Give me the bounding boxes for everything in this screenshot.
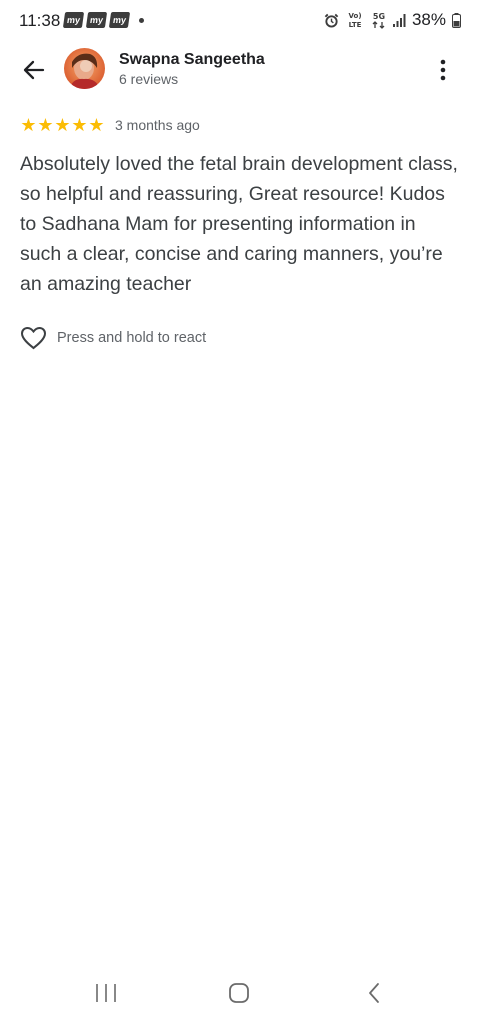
heart-icon <box>20 326 47 350</box>
star-icon: ★ <box>37 115 54 135</box>
svg-text:5G: 5G <box>373 12 385 21</box>
volte-icon: Vo) LTE <box>348 12 362 29</box>
review-header: Swapna Sangeetha 6 reviews <box>0 44 478 94</box>
svg-text:LTE: LTE <box>349 21 362 29</box>
status-icons: Vo) LTE 5G 38% <box>324 10 461 30</box>
star-rating: ★ ★ ★ ★ ★ <box>20 116 105 134</box>
battery-percentage: 38% <box>411 10 446 29</box>
avatar[interactable] <box>64 48 105 89</box>
home-icon[interactable] <box>227 980 251 1006</box>
recent-apps-icon[interactable] <box>94 980 118 1006</box>
review-text: Absolutely loved the fetal brain develop… <box>20 153 458 295</box>
svg-text:Vo): Vo) <box>348 12 361 20</box>
more-notifications-dot-icon <box>139 17 144 23</box>
alarm-icon <box>324 13 339 28</box>
app-notification-icon: my <box>108 12 131 28</box>
review-time: 3 months ago <box>115 117 200 133</box>
more-options-icon[interactable] <box>432 56 454 84</box>
nav-back-icon[interactable] <box>363 980 387 1006</box>
react-button[interactable]: Press and hold to react <box>20 326 206 350</box>
avatar-photo <box>64 48 105 89</box>
react-label: Press and hold to react <box>57 330 207 346</box>
5g-icon: 5G <box>372 12 385 29</box>
app-notification-icon: my <box>62 12 85 28</box>
status-time: 11:38 <box>19 11 61 30</box>
star-icon: ★ <box>71 115 88 135</box>
star-icon: ★ <box>20 115 37 135</box>
review-count: 6 reviews <box>119 71 179 87</box>
star-icon: ★ <box>88 115 105 135</box>
battery-icon <box>452 12 461 28</box>
back-arrow-icon[interactable] <box>20 56 48 84</box>
app-notification-icon: my <box>85 12 108 28</box>
star-icon: ★ <box>54 115 71 135</box>
notification-icons: my my my <box>62 12 144 28</box>
signal-icon <box>392 13 406 27</box>
status-bar: 11:38 my my my Vo) LTE 5G 38% <box>0 0 478 40</box>
rating-row: ★ ★ ★ ★ ★ 3 months ago <box>20 116 200 134</box>
navigation-bar <box>0 968 478 1024</box>
reviewer-name[interactable]: Swapna Sangeetha <box>119 51 265 69</box>
